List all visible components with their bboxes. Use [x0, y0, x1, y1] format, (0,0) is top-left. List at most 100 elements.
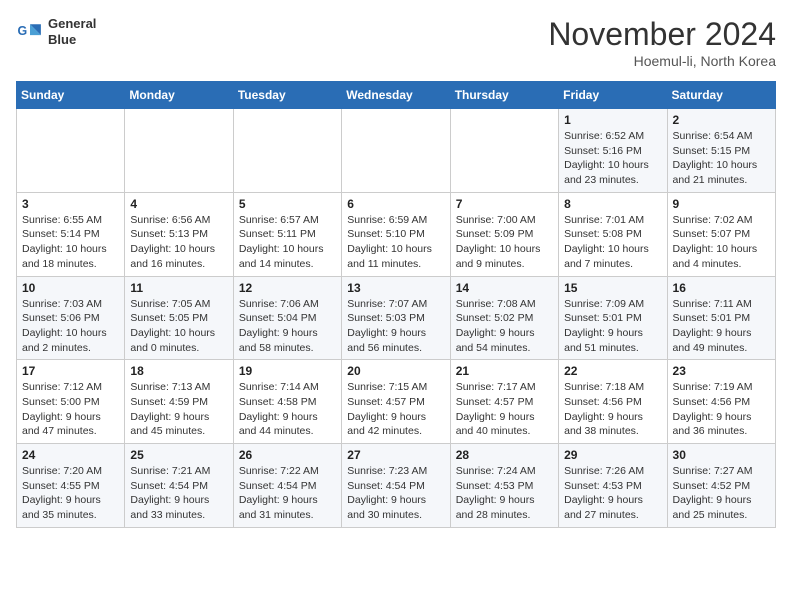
day-info: Sunrise: 7:21 AM Sunset: 4:54 PM Dayligh…: [130, 464, 227, 523]
day-info: Sunrise: 6:57 AM Sunset: 5:11 PM Dayligh…: [239, 213, 336, 272]
calendar-cell: 1 Sunrise: 6:52 AM Sunset: 5:16 PM Daylig…: [559, 109, 667, 193]
day-number: 10: [22, 281, 119, 295]
day-info: Sunrise: 7:18 AM Sunset: 4:56 PM Dayligh…: [564, 380, 661, 439]
day-number: 19: [239, 364, 336, 378]
calendar-cell: 16 Sunrise: 7:11 AM Sunset: 5:01 PM Dayli…: [667, 276, 775, 360]
month-title: November 2024: [548, 16, 776, 53]
calendar-cell: [450, 109, 558, 193]
day-number: 26: [239, 448, 336, 462]
calendar-cell: [342, 109, 450, 193]
title-block: November 2024 Hoemul-li, North Korea: [548, 16, 776, 69]
day-info: Sunrise: 7:09 AM Sunset: 5:01 PM Dayligh…: [564, 297, 661, 356]
calendar-cell: 2 Sunrise: 6:54 AM Sunset: 5:15 PM Daylig…: [667, 109, 775, 193]
day-number: 11: [130, 281, 227, 295]
day-number: 21: [456, 364, 553, 378]
day-number: 27: [347, 448, 444, 462]
calendar-cell: 18Sunrise: 7:13 AM Sunset: 4:59 PM Dayli…: [125, 360, 233, 444]
calendar-cell: 5 Sunrise: 6:57 AM Sunset: 5:11 PM Daylig…: [233, 192, 341, 276]
day-info: Sunrise: 6:52 AM Sunset: 5:16 PM Dayligh…: [564, 129, 661, 188]
day-number: 5: [239, 197, 336, 211]
calendar-cell: 24Sunrise: 7:20 AM Sunset: 4:55 PM Dayli…: [17, 444, 125, 528]
day-number: 14: [456, 281, 553, 295]
weekday-header-thursday: Thursday: [450, 82, 558, 109]
calendar-cell: [125, 109, 233, 193]
calendar-cell: 11 Sunrise: 7:05 AM Sunset: 5:05 PM Dayli…: [125, 276, 233, 360]
day-number: 20: [347, 364, 444, 378]
calendar-cell: 25 Sunrise: 7:21 AM Sunset: 4:54 PM Dayli…: [125, 444, 233, 528]
calendar-header: SundayMondayTuesdayWednesdayThursdayFrid…: [17, 82, 776, 109]
day-number: 15: [564, 281, 661, 295]
calendar-cell: 9 Sunrise: 7:02 AM Sunset: 5:07 PM Daylig…: [667, 192, 775, 276]
day-info: Sunrise: 6:54 AM Sunset: 5:15 PM Dayligh…: [673, 129, 770, 188]
day-number: 23: [673, 364, 770, 378]
day-info: Sunrise: 7:14 AM Sunset: 4:58 PM Dayligh…: [239, 380, 336, 439]
day-info: Sunrise: 7:26 AM Sunset: 4:53 PM Dayligh…: [564, 464, 661, 523]
day-number: 1: [564, 113, 661, 127]
day-info: Sunrise: 7:22 AM Sunset: 4:54 PM Dayligh…: [239, 464, 336, 523]
day-number: 12: [239, 281, 336, 295]
page-header: G General Blue November 2024 Hoemul-li, …: [16, 16, 776, 69]
day-info: Sunrise: 7:19 AM Sunset: 4:56 PM Dayligh…: [673, 380, 770, 439]
day-number: 13: [347, 281, 444, 295]
day-info: Sunrise: 7:07 AM Sunset: 5:03 PM Dayligh…: [347, 297, 444, 356]
day-number: 16: [673, 281, 770, 295]
calendar-cell: 17Sunrise: 7:12 AM Sunset: 5:00 PM Dayli…: [17, 360, 125, 444]
calendar-cell: 3Sunrise: 6:55 AM Sunset: 5:14 PM Daylig…: [17, 192, 125, 276]
calendar-cell: 14Sunrise: 7:08 AM Sunset: 5:02 PM Dayli…: [450, 276, 558, 360]
weekday-header-wednesday: Wednesday: [342, 82, 450, 109]
day-number: 7: [456, 197, 553, 211]
weekday-header-row: SundayMondayTuesdayWednesdayThursdayFrid…: [17, 82, 776, 109]
day-info: Sunrise: 7:03 AM Sunset: 5:06 PM Dayligh…: [22, 297, 119, 356]
calendar-week-0: 1 Sunrise: 6:52 AM Sunset: 5:16 PM Daylig…: [17, 109, 776, 193]
calendar-cell: 22 Sunrise: 7:18 AM Sunset: 4:56 PM Dayli…: [559, 360, 667, 444]
calendar-cell: 12 Sunrise: 7:06 AM Sunset: 5:04 PM Dayli…: [233, 276, 341, 360]
calendar-week-3: 17Sunrise: 7:12 AM Sunset: 5:00 PM Dayli…: [17, 360, 776, 444]
calendar-cell: 27 Sunrise: 7:23 AM Sunset: 4:54 PM Dayli…: [342, 444, 450, 528]
day-info: Sunrise: 7:02 AM Sunset: 5:07 PM Dayligh…: [673, 213, 770, 272]
logo: G General Blue: [16, 16, 96, 47]
weekday-header-tuesday: Tuesday: [233, 82, 341, 109]
location-title: Hoemul-li, North Korea: [548, 53, 776, 69]
day-info: Sunrise: 6:56 AM Sunset: 5:13 PM Dayligh…: [130, 213, 227, 272]
day-info: Sunrise: 7:05 AM Sunset: 5:05 PM Dayligh…: [130, 297, 227, 356]
weekday-header-saturday: Saturday: [667, 82, 775, 109]
calendar-week-1: 3Sunrise: 6:55 AM Sunset: 5:14 PM Daylig…: [17, 192, 776, 276]
day-number: 6: [347, 197, 444, 211]
weekday-header-sunday: Sunday: [17, 82, 125, 109]
calendar-cell: 13 Sunrise: 7:07 AM Sunset: 5:03 PM Dayli…: [342, 276, 450, 360]
calendar-cell: 20 Sunrise: 7:15 AM Sunset: 4:57 PM Dayli…: [342, 360, 450, 444]
day-info: Sunrise: 7:11 AM Sunset: 5:01 PM Dayligh…: [673, 297, 770, 356]
calendar-table: SundayMondayTuesdayWednesdayThursdayFrid…: [16, 81, 776, 528]
calendar-cell: 29Sunrise: 7:26 AM Sunset: 4:53 PM Dayli…: [559, 444, 667, 528]
day-info: Sunrise: 7:00 AM Sunset: 5:09 PM Dayligh…: [456, 213, 553, 272]
calendar-cell: 30 Sunrise: 7:27 AM Sunset: 4:52 PM Dayli…: [667, 444, 775, 528]
day-info: Sunrise: 7:15 AM Sunset: 4:57 PM Dayligh…: [347, 380, 444, 439]
day-number: 30: [673, 448, 770, 462]
calendar-week-4: 24Sunrise: 7:20 AM Sunset: 4:55 PM Dayli…: [17, 444, 776, 528]
weekday-header-monday: Monday: [125, 82, 233, 109]
calendar-cell: 28Sunrise: 7:24 AM Sunset: 4:53 PM Dayli…: [450, 444, 558, 528]
day-number: 17: [22, 364, 119, 378]
day-info: Sunrise: 7:17 AM Sunset: 4:57 PM Dayligh…: [456, 380, 553, 439]
day-number: 22: [564, 364, 661, 378]
day-number: 25: [130, 448, 227, 462]
day-info: Sunrise: 7:06 AM Sunset: 5:04 PM Dayligh…: [239, 297, 336, 356]
calendar-cell: 10 Sunrise: 7:03 AM Sunset: 5:06 PM Dayli…: [17, 276, 125, 360]
calendar-cell: 6Sunrise: 6:59 AM Sunset: 5:10 PM Daylig…: [342, 192, 450, 276]
calendar-cell: 7 Sunrise: 7:00 AM Sunset: 5:09 PM Daylig…: [450, 192, 558, 276]
calendar-body: 1 Sunrise: 6:52 AM Sunset: 5:16 PM Daylig…: [17, 109, 776, 528]
svg-text:G: G: [18, 24, 28, 38]
calendar-cell: 23 Sunrise: 7:19 AM Sunset: 4:56 PM Dayli…: [667, 360, 775, 444]
day-number: 9: [673, 197, 770, 211]
day-info: Sunrise: 7:13 AM Sunset: 4:59 PM Dayligh…: [130, 380, 227, 439]
calendar-cell: [17, 109, 125, 193]
calendar-cell: 21 Sunrise: 7:17 AM Sunset: 4:57 PM Dayli…: [450, 360, 558, 444]
day-info: Sunrise: 7:24 AM Sunset: 4:53 PM Dayligh…: [456, 464, 553, 523]
calendar-cell: 8Sunrise: 7:01 AM Sunset: 5:08 PM Daylig…: [559, 192, 667, 276]
day-info: Sunrise: 7:27 AM Sunset: 4:52 PM Dayligh…: [673, 464, 770, 523]
calendar-week-2: 10 Sunrise: 7:03 AM Sunset: 5:06 PM Dayli…: [17, 276, 776, 360]
day-number: 2: [673, 113, 770, 127]
day-info: Sunrise: 7:23 AM Sunset: 4:54 PM Dayligh…: [347, 464, 444, 523]
weekday-header-friday: Friday: [559, 82, 667, 109]
day-number: 4: [130, 197, 227, 211]
